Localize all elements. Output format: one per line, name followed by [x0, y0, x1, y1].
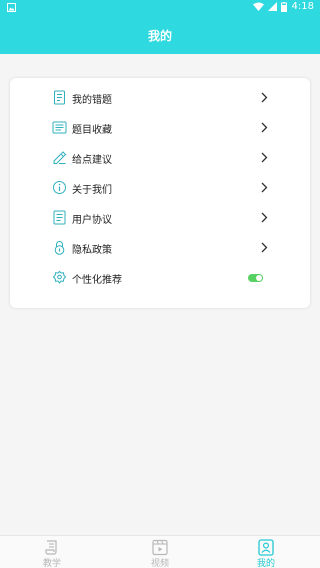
chevron-right-icon: [261, 182, 268, 193]
agreement-icon: [53, 210, 66, 225]
chevron-right-icon: [261, 122, 268, 133]
profile-icon: [258, 539, 274, 556]
info-icon: [53, 181, 66, 194]
menu-card: 我的错题 题目收藏 给点建议 关于我们 用户协议 隐私政策 个性化推荐: [10, 78, 310, 308]
tab-teaching[interactable]: 教学: [22, 536, 82, 568]
status-time: 4:18: [291, 1, 314, 12]
tab-label: 我的: [256, 559, 275, 568]
favorites-icon: [52, 121, 67, 134]
gallery-icon: [7, 3, 16, 12]
wifi-icon: [252, 2, 264, 11]
menu-item-label: 给点建议: [72, 155, 112, 166]
header: 我的: [0, 16, 320, 54]
chevron-right-icon: [261, 212, 268, 223]
scroll-icon: [45, 540, 57, 555]
chevron-right-icon: [261, 92, 268, 103]
menu-item-label: 关于我们: [72, 185, 112, 196]
menu-item-about[interactable]: 关于我们: [10, 173, 310, 203]
wrong-questions-icon: [54, 90, 65, 105]
video-icon: [152, 539, 168, 556]
tab-mine[interactable]: 我的: [236, 536, 296, 568]
menu-item-favorites[interactable]: 题目收藏: [10, 113, 310, 143]
signal-icon: [267, 2, 277, 11]
menu-item-personalization: 个性化推荐: [10, 263, 310, 293]
menu-item-user-agreement[interactable]: 用户协议: [10, 203, 310, 233]
bottom-tab-bar: 教学 视频 我的: [0, 535, 320, 568]
menu-item-wrong-questions[interactable]: 我的错题: [10, 83, 310, 113]
status-bar: 4:18: [0, 0, 320, 16]
menu-item-label: 题目收藏: [72, 125, 112, 136]
tab-label: 教学: [42, 559, 61, 568]
toggle-knob: [256, 275, 262, 281]
tab-video[interactable]: 视频: [130, 536, 190, 568]
menu-item-label: 隐私政策: [72, 245, 112, 256]
privacy-lock-icon: [54, 241, 65, 255]
feedback-icon: [53, 151, 67, 164]
menu-item-label: 我的错题: [72, 95, 112, 106]
personalization-toggle[interactable]: [248, 274, 263, 282]
menu-item-feedback[interactable]: 给点建议: [10, 143, 310, 173]
chevron-right-icon: [261, 152, 268, 163]
page-title: 我的: [147, 29, 172, 43]
menu-item-label: 个性化推荐: [72, 275, 122, 286]
menu-item-privacy-policy[interactable]: 隐私政策: [10, 233, 310, 263]
menu-item-label: 用户协议: [72, 215, 112, 226]
battery-icon: [280, 1, 287, 12]
tab-label: 视频: [150, 559, 169, 568]
personalization-icon: [52, 270, 67, 284]
chevron-right-icon: [261, 242, 268, 253]
